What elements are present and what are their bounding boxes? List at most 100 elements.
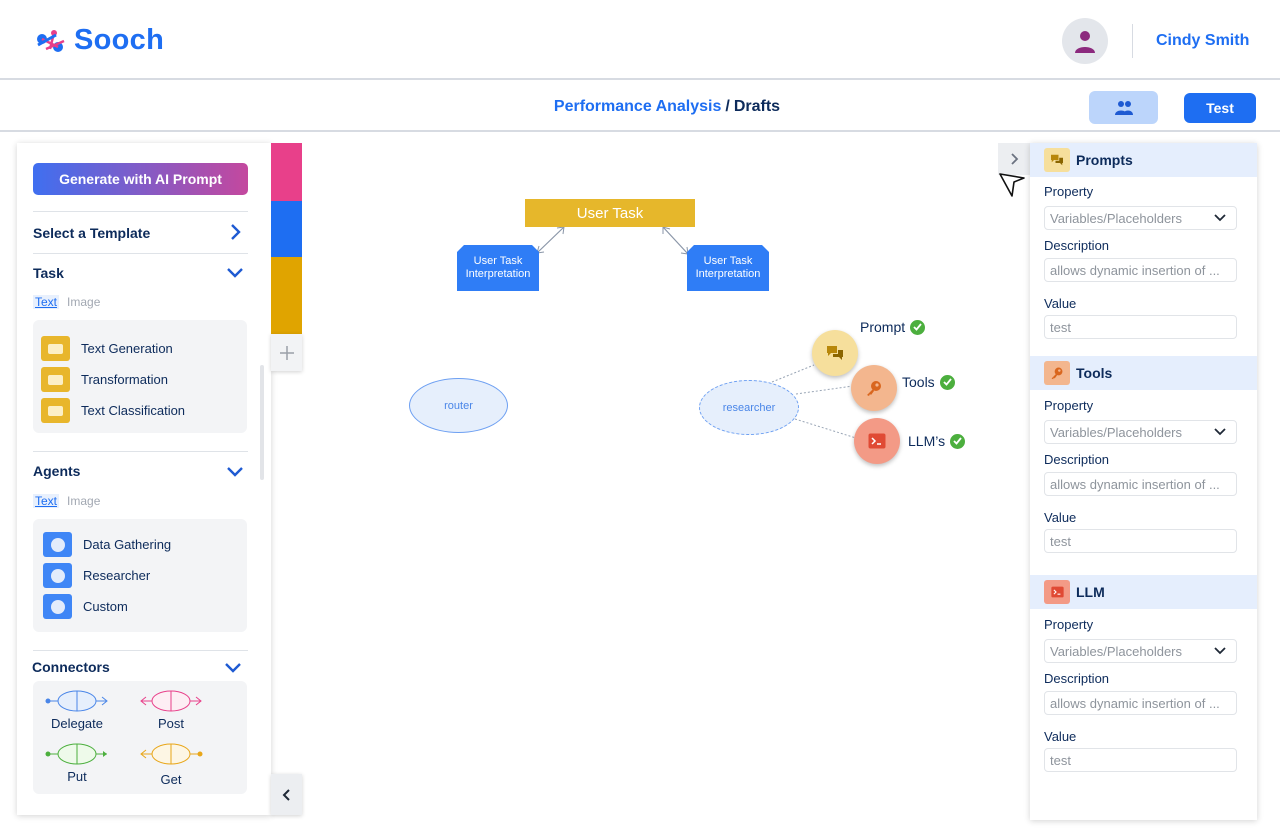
prompts-property-select[interactable]: Variables/Placeholders xyxy=(1044,206,1237,230)
task-tab-image[interactable]: Image xyxy=(67,295,100,309)
interpretation-node-right[interactable]: User Task Interpretation xyxy=(687,245,769,291)
collapse-left-panel-button[interactable] xyxy=(271,774,302,815)
breadcrumb-separator: / xyxy=(725,98,730,115)
llm-description-field[interactable]: allows dynamic insertion of ... xyxy=(1044,691,1237,715)
category-tab-yellow[interactable] xyxy=(271,257,302,334)
task-item-transformation[interactable]: Transformation xyxy=(41,367,168,392)
value-label: Value xyxy=(1044,510,1077,525)
edge-task-interp-right xyxy=(662,226,689,255)
agent-item-label: Researcher xyxy=(83,568,151,583)
agent-item-researcher[interactable]: Researcher xyxy=(43,563,150,588)
check-icon xyxy=(950,433,966,449)
llm-section-header[interactable]: LLM xyxy=(1030,575,1257,609)
breadcrumb-project[interactable]: Performance Analysis xyxy=(554,98,721,115)
task-item-label: Transformation xyxy=(81,372,168,387)
plus-icon xyxy=(279,345,294,360)
agents-section-title[interactable]: Agents xyxy=(33,463,80,479)
left-sidebar: Generate with AI Prompt Select a Templat… xyxy=(17,143,271,815)
connector-get[interactable]: Get xyxy=(131,742,211,787)
key-icon xyxy=(1044,361,1070,385)
prompts-title: Prompts xyxy=(1076,152,1133,168)
chevron-down-icon[interactable] xyxy=(223,657,243,677)
logo[interactable]: Sooch xyxy=(34,24,164,57)
task-item-text-classification[interactable]: Text Classification xyxy=(41,398,185,423)
llm-property-select[interactable]: Variables/Placeholders xyxy=(1044,639,1237,663)
agent-icon xyxy=(43,594,72,619)
researcher-node[interactable]: researcher xyxy=(699,380,799,435)
user-name[interactable]: Cindy Smith xyxy=(1156,32,1249,50)
llm-title: LLM xyxy=(1076,584,1105,600)
prompt-status: Prompt xyxy=(860,319,926,335)
test-button[interactable]: Test xyxy=(1184,93,1256,123)
tools-node[interactable] xyxy=(851,365,897,411)
router-node[interactable]: router xyxy=(409,378,508,433)
top-header: Sooch Cindy Smith xyxy=(0,0,1280,80)
property-label: Property xyxy=(1044,617,1094,632)
workflow-canvas[interactable]: User Task User Task Interpretation User … xyxy=(302,132,1030,832)
task-icon xyxy=(41,336,70,361)
category-tab-blue[interactable] xyxy=(271,201,302,257)
llm-value-field[interactable]: test xyxy=(1044,748,1237,772)
collaborators-button[interactable] xyxy=(1089,91,1158,124)
agents-tab-image[interactable]: Image xyxy=(67,494,100,508)
property-label: Property xyxy=(1044,398,1094,413)
chat-icon xyxy=(827,346,843,360)
sidebar-scrollbar[interactable] xyxy=(260,365,264,480)
description-label: Description xyxy=(1044,238,1110,253)
select-template-label[interactable]: Select a Template xyxy=(33,225,150,241)
avatar[interactable] xyxy=(1062,18,1108,64)
add-category-button[interactable] xyxy=(271,334,302,371)
chevron-right-icon[interactable] xyxy=(225,222,245,242)
logo-text: Sooch xyxy=(74,24,165,56)
task-item-label: Text Classification xyxy=(81,403,186,418)
description-label: Description xyxy=(1044,452,1110,467)
chevron-down-icon[interactable] xyxy=(225,262,245,282)
chevron-down-icon xyxy=(1214,428,1226,436)
user-task-node[interactable]: User Task xyxy=(525,199,695,227)
task-section-title[interactable]: Task xyxy=(33,265,64,281)
property-label: Property xyxy=(1044,184,1094,199)
prompts-section-header[interactable]: Prompts xyxy=(1030,143,1257,177)
connectors-list: Delegate Post Put Get xyxy=(33,681,247,794)
interpretation-node-left[interactable]: User Task Interpretation xyxy=(457,245,539,291)
users-icon xyxy=(1114,100,1133,115)
agent-item-data-gathering[interactable]: Data Gathering xyxy=(43,532,171,557)
chevron-down-icon xyxy=(1214,647,1226,655)
divider xyxy=(33,650,248,651)
agent-icon xyxy=(43,532,72,557)
divider xyxy=(33,253,248,254)
task-item-text-generation[interactable]: Text Generation xyxy=(41,336,173,361)
chevron-down-icon xyxy=(1214,214,1226,222)
connector-label: Put xyxy=(67,769,87,784)
canvas-edges xyxy=(536,226,857,439)
chevron-right-icon xyxy=(1011,153,1019,165)
prompts-description-field[interactable]: allows dynamic insertion of ... xyxy=(1044,258,1237,282)
llm-label: LLM’s xyxy=(908,433,946,449)
breadcrumb: Performance Analysis / Drafts xyxy=(0,98,1280,116)
select-value: Variables/Placeholders xyxy=(1050,643,1182,659)
breadcrumb-current: Drafts xyxy=(733,98,781,115)
agents-tabs: Text Image xyxy=(33,494,100,508)
tools-section-header[interactable]: Tools xyxy=(1030,356,1257,390)
tools-status: Tools xyxy=(902,374,955,390)
llm-node[interactable] xyxy=(854,418,900,464)
tools-property-select[interactable]: Variables/Placeholders xyxy=(1044,420,1237,444)
category-tab-pink[interactable] xyxy=(271,143,302,201)
connector-delegate[interactable]: Delegate xyxy=(37,689,117,731)
generate-ai-prompt-button[interactable]: Generate with AI Prompt xyxy=(33,163,248,195)
tools-value-field[interactable]: test xyxy=(1044,529,1237,553)
connector-post[interactable]: Post xyxy=(131,689,211,731)
task-tab-text[interactable]: Text xyxy=(33,295,60,309)
edge-task-interp-left xyxy=(536,226,565,254)
value-label: Value xyxy=(1044,729,1077,744)
connectors-section-title[interactable]: Connectors xyxy=(32,659,110,675)
agents-tab-text[interactable]: Text xyxy=(33,494,60,508)
prompts-value-field[interactable]: test xyxy=(1044,315,1237,339)
tools-description-field[interactable]: allows dynamic insertion of ... xyxy=(1044,472,1237,496)
chevron-down-icon[interactable] xyxy=(225,461,245,481)
edge-researcher-tools xyxy=(795,385,854,395)
prompt-node[interactable] xyxy=(812,330,858,376)
agent-item-custom[interactable]: Custom xyxy=(43,594,128,619)
connector-put[interactable]: Put xyxy=(37,742,117,784)
delegate-connector-icon xyxy=(45,690,108,712)
